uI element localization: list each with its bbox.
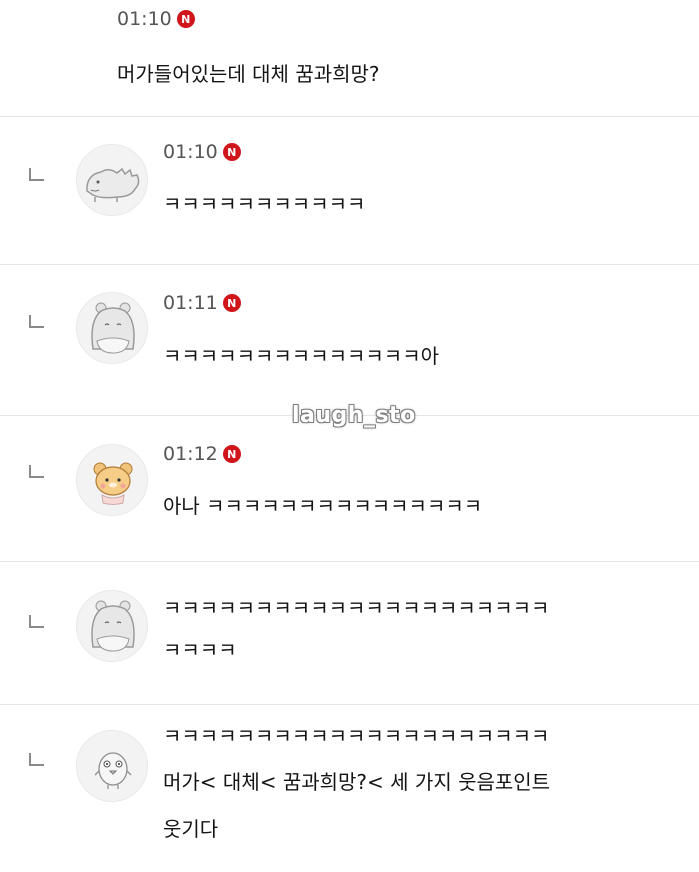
comment-text: ㅋㅋㅋㅋㅋㅋㅋㅋㅋㅋㅋㅋㅋㅋ아 — [163, 344, 439, 368]
comment-text-line: 머가< 대체< 꿈과희망?< 세 가지 웃음포인트 — [163, 770, 551, 794]
dinosaur-avatar-icon — [86, 167, 140, 202]
watermark: laugh_sto — [292, 403, 416, 428]
comment-text: ㅋㅋㅋㅋㅋㅋㅋㅋㅋㅋㅋ — [163, 192, 366, 216]
comment-text: 머가들어있는데 대체 꿈과희망? — [117, 62, 380, 86]
hamster-avatar-icon[interactable] — [76, 292, 148, 364]
bear-avatar-icon[interactable] — [76, 444, 148, 516]
chick-avatar-icon[interactable] — [76, 730, 148, 802]
comment-text: 아나 ㅋㅋㅋㅋㅋㅋㅋㅋㅋㅋㅋㅋㅋㅋㅋ — [163, 494, 483, 518]
comment-time: 01:11 N — [163, 292, 241, 314]
reply-arrow-icon — [29, 168, 44, 181]
comment-text-line: ㅋㅋㅋㅋㅋㅋㅋㅋㅋㅋㅋㅋㅋㅋㅋㅋㅋㅋㅋㅋㅋ — [163, 724, 550, 748]
reply-arrow-icon — [29, 615, 44, 628]
reply-arrow-icon — [29, 753, 44, 766]
reply-arrow-icon — [29, 465, 44, 478]
comment-time: 01:10 N — [117, 8, 195, 30]
hamster-avatar-icon — [91, 302, 135, 354]
divider — [0, 561, 699, 562]
new-badge-icon: N — [222, 294, 241, 312]
bear-avatar-icon — [93, 462, 133, 505]
divider — [0, 264, 699, 265]
comment-time: 01:10 N — [163, 141, 241, 163]
reply-arrow-icon — [29, 315, 44, 328]
divider — [0, 116, 699, 117]
new-badge-icon: N — [222, 445, 241, 463]
chick-avatar-icon — [94, 752, 132, 789]
comment-time: 01:12 N — [163, 443, 241, 465]
comment-text-line: ㅋㅋㅋㅋㅋㅋㅋㅋㅋㅋㅋㅋㅋㅋㅋㅋㅋㅋㅋㅋㅋ — [163, 596, 550, 620]
dinosaur-avatar-icon[interactable] — [76, 144, 148, 216]
new-badge-icon: N — [222, 143, 241, 161]
divider — [0, 704, 699, 705]
comment-text-line: ㅋㅋㅋㅋ — [163, 638, 237, 662]
new-badge-icon: N — [176, 10, 195, 28]
hamster-avatar-icon[interactable] — [76, 590, 148, 662]
comment-text-line: 웃기다 — [163, 817, 219, 841]
hamster-avatar-icon — [91, 600, 135, 652]
